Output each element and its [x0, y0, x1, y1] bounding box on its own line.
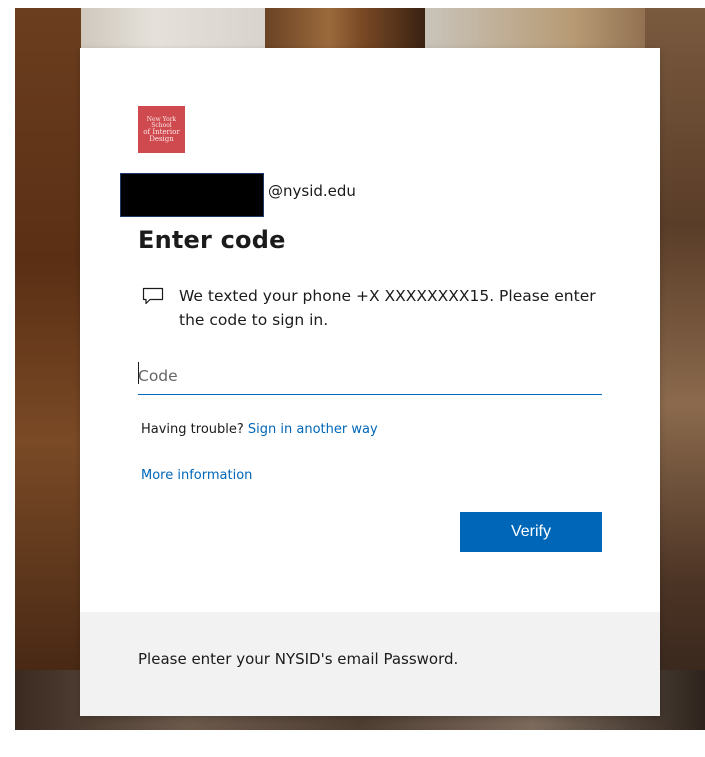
having-trouble-label: Having trouble?	[141, 422, 248, 437]
sign-in-another-way-link[interactable]: Sign in another way	[248, 422, 378, 437]
having-trouble: Having trouble? Sign in another way	[141, 422, 378, 437]
code-input[interactable]	[138, 358, 602, 395]
sms-message-text: We texted your phone +X XXXXXXXX15. Plea…	[179, 287, 596, 329]
background-door-frame	[15, 8, 81, 730]
account-identity: @nysid.edu	[120, 172, 356, 218]
chat-bubble-icon	[142, 287, 164, 305]
account-domain: @nysid.edu	[268, 182, 356, 200]
logo-line-4: Design	[149, 134, 174, 143]
verify-button[interactable]: Verify	[460, 512, 602, 552]
nysid-logo: New York School of Interior Design	[138, 106, 185, 153]
more-information-link[interactable]: More information	[141, 468, 252, 483]
background-door	[265, 8, 425, 48]
card-footer: Please enter your NYSID's email Password…	[80, 612, 660, 716]
sign-in-card: New York School of Interior Design @nysi…	[80, 48, 660, 716]
sms-message: We texted your phone +X XXXXXXXX15. Plea…	[142, 284, 612, 332]
footer-message: Please enter your NYSID's email Password…	[138, 650, 459, 668]
sign-in-main: New York School of Interior Design @nysi…	[80, 48, 660, 612]
text-caret	[138, 362, 139, 384]
page-title: Enter code	[138, 226, 286, 254]
redacted-username	[120, 173, 264, 217]
